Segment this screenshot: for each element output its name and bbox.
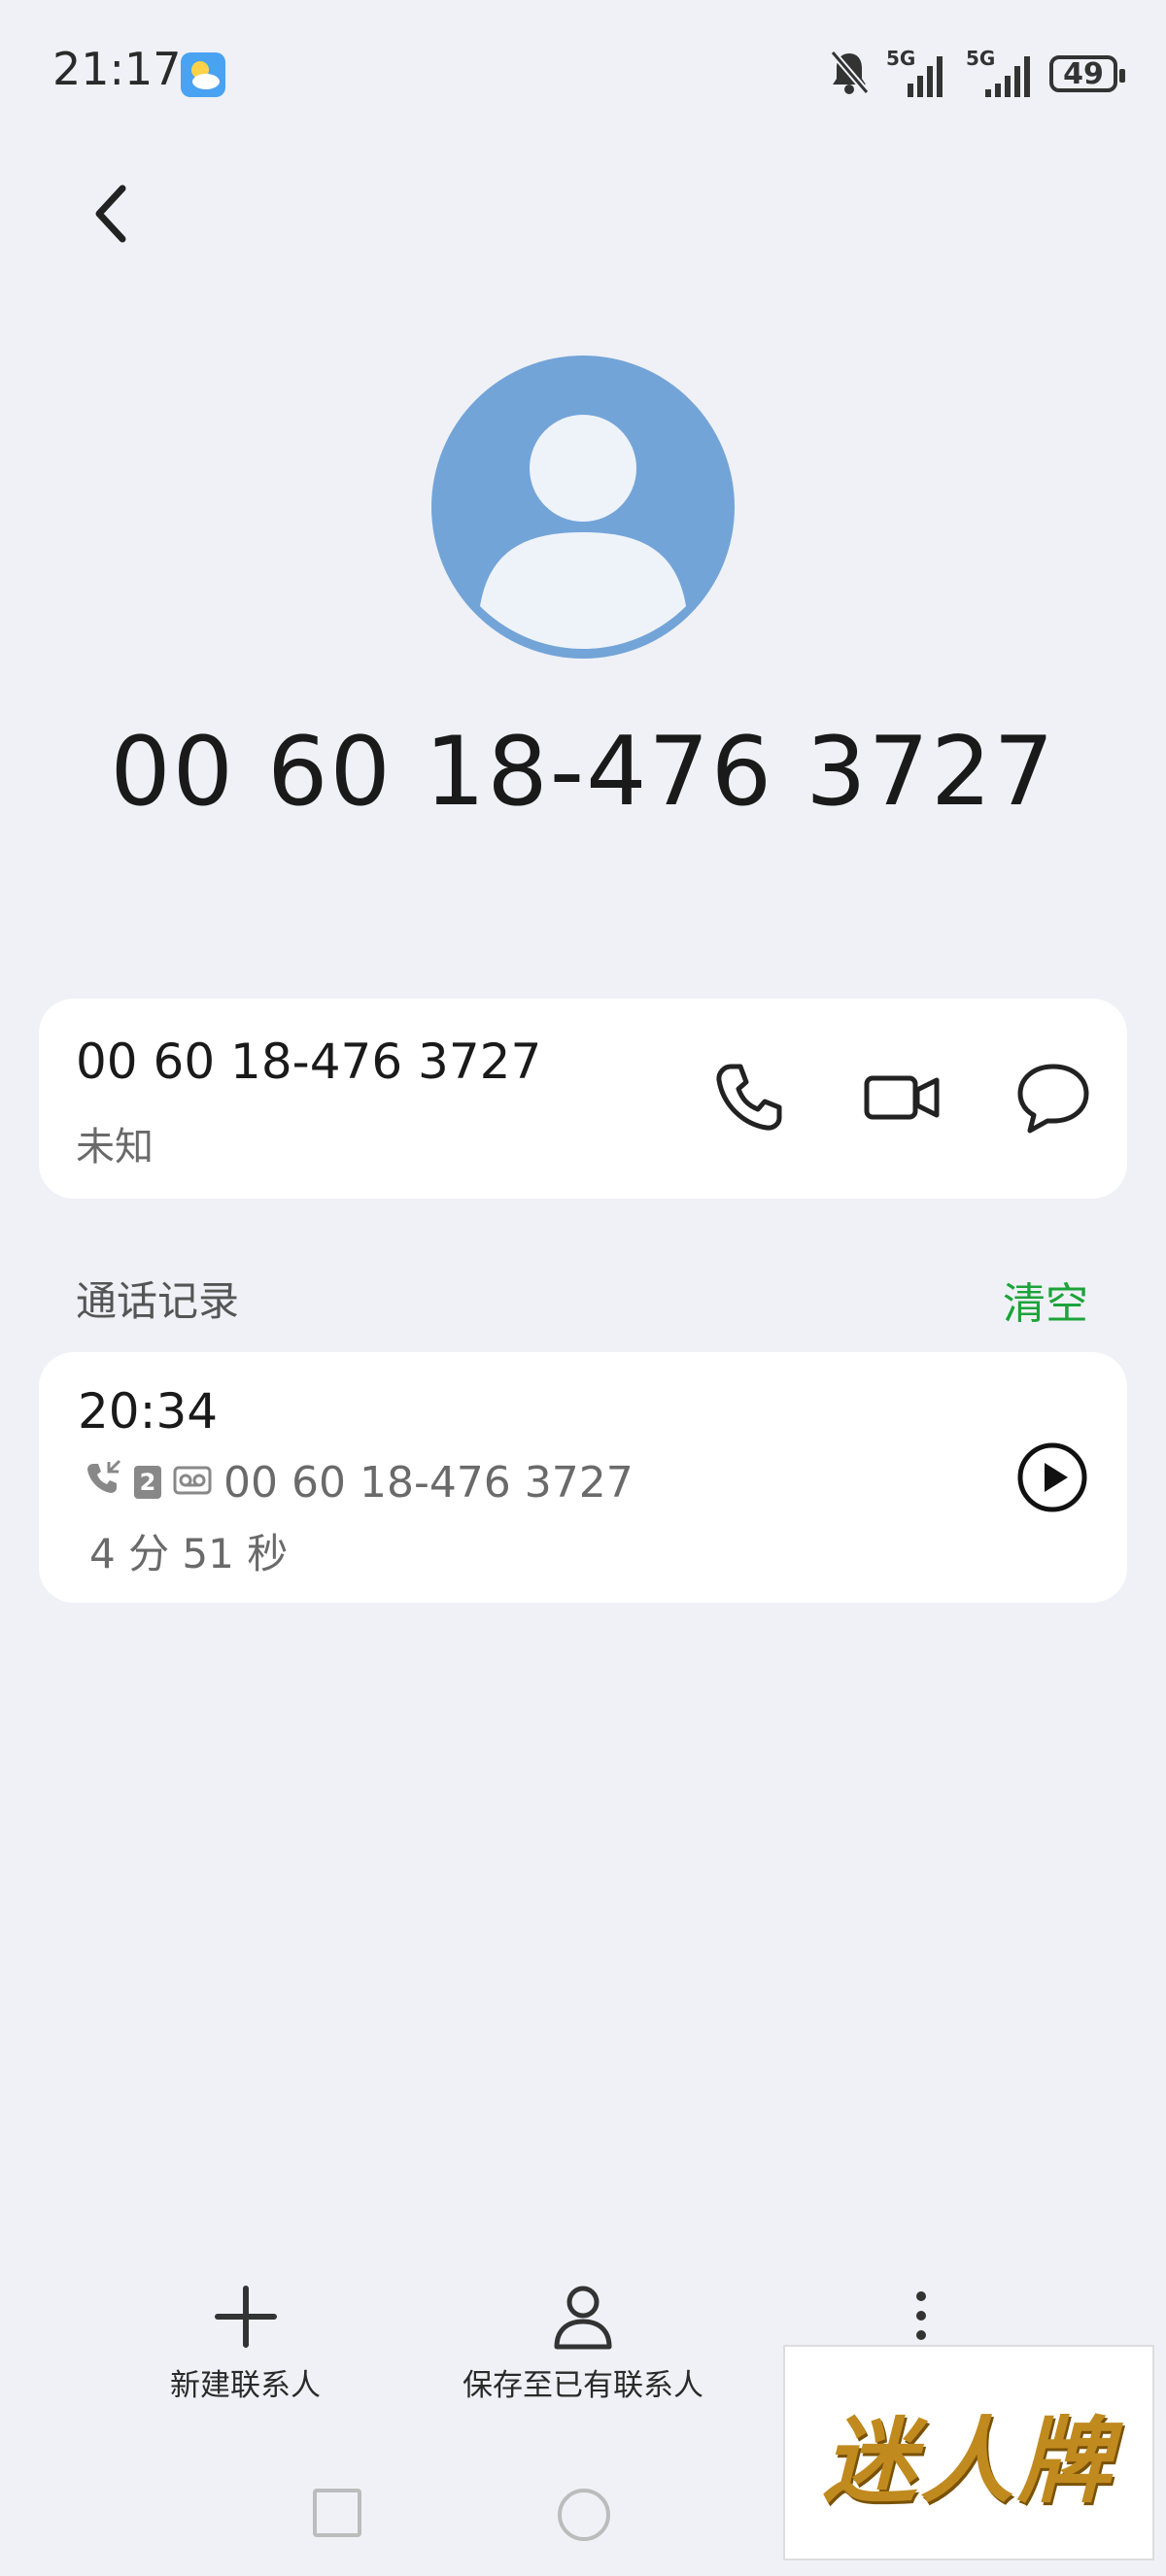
message-button[interactable] <box>1014 1059 1092 1136</box>
video-call-button[interactable] <box>863 1059 941 1136</box>
contact-number-title: 00 60 18-476 3727 <box>110 717 1056 828</box>
call-button[interactable] <box>709 1059 787 1136</box>
watermark-text: 迷人牌 <box>823 2405 1115 2516</box>
phone-icon <box>716 1064 782 1131</box>
home-button[interactable] <box>558 2489 610 2541</box>
chat-bubble-icon <box>1017 1064 1089 1134</box>
status-time: 21:17 <box>52 43 182 95</box>
new-contact-label: 新建联系人 <box>170 2368 321 2403</box>
watermark-logo: 迷人牌 <box>783 2345 1154 2560</box>
clear-call-log-button[interactable]: 清空 <box>1003 1269 1088 1331</box>
number-card <box>39 999 1127 1199</box>
call-log-number: 00 60 18-476 3727 <box>223 1457 634 1508</box>
recent-apps-button[interactable] <box>313 2489 361 2537</box>
signal-5g-icon-1: 5G <box>886 47 950 101</box>
weather-icon <box>181 52 225 97</box>
more-options-button[interactable] <box>904 2288 939 2343</box>
number-location: 未知 <box>76 1125 154 1169</box>
incoming-call-icon <box>84 1458 122 1508</box>
call-log-detail: 2 00 60 18-476 3727 <box>84 1453 634 1511</box>
sim-2-icon: 2 <box>134 1466 161 1499</box>
back-arrow-icon <box>95 185 126 243</box>
more-vertical-icon <box>916 2291 926 2340</box>
save-to-existing-contact-button[interactable]: 保存至已有联系人 <box>447 2283 719 2404</box>
plus-icon <box>214 2286 277 2348</box>
contact-avatar <box>431 356 735 659</box>
save-to-existing-contact-label: 保存至已有联系人 <box>463 2368 703 2403</box>
play-icon <box>1017 1442 1087 1512</box>
back-button[interactable] <box>78 175 146 253</box>
call-log-time: 20:34 <box>78 1383 219 1440</box>
play-recording-button[interactable] <box>1016 1441 1088 1513</box>
person-outline-icon <box>554 2286 612 2350</box>
phone-number[interactable]: 00 60 18-476 3727 <box>76 1034 541 1090</box>
call-log-title: 通话记录 <box>76 1277 240 1325</box>
new-contact-button[interactable]: 新建联系人 <box>146 2283 345 2404</box>
battery-indicator: 49 <box>1049 55 1125 92</box>
signal-5g-icon-2: 5G <box>966 47 1034 101</box>
call-log-duration: 4 分 51 秒 <box>89 1530 289 1577</box>
person-icon <box>480 415 686 649</box>
mute-bell-icon <box>828 48 871 100</box>
voicemail-icon <box>173 1458 212 1508</box>
status-indicators: 5G 5G 49 <box>828 45 1125 103</box>
video-camera-icon <box>864 1075 940 1120</box>
